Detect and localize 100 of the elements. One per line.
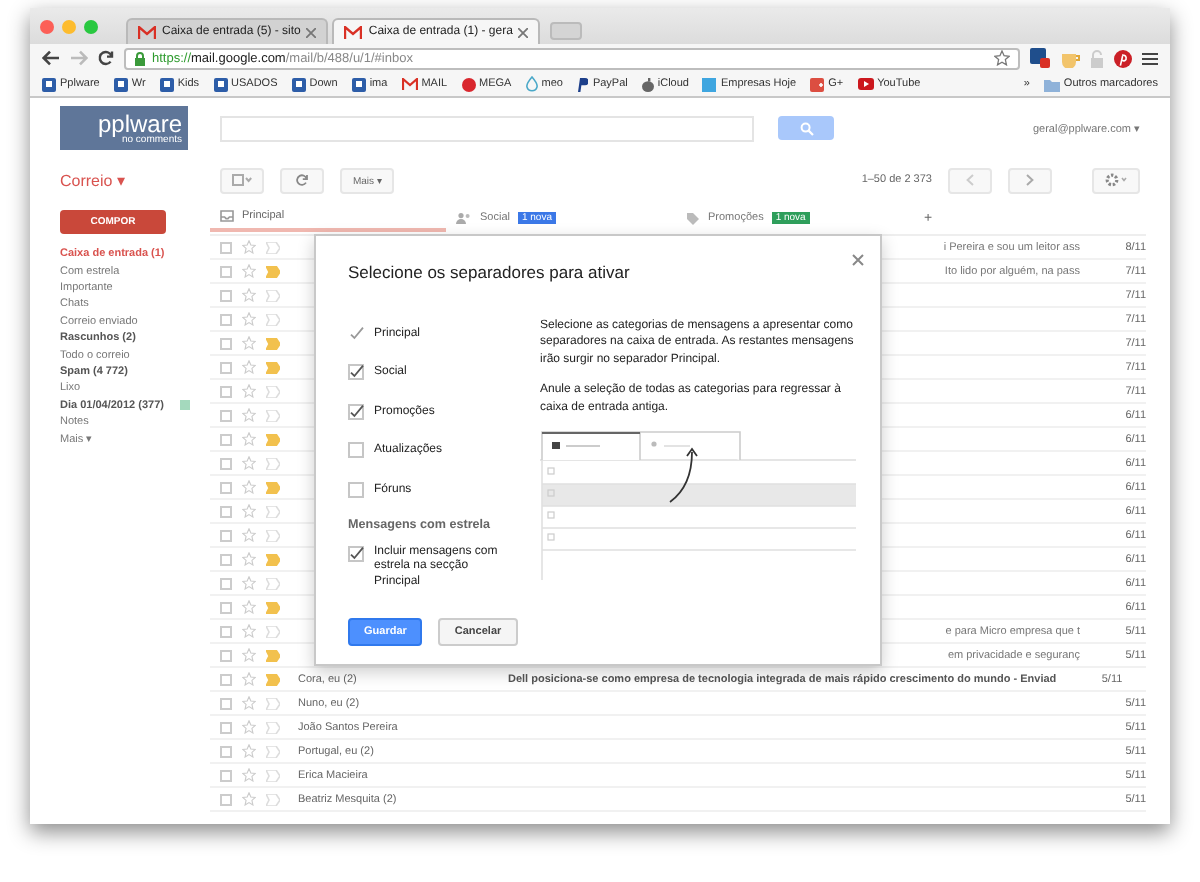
importance-marker-icon[interactable] <box>266 433 280 445</box>
importance-marker-icon[interactable] <box>266 745 280 757</box>
close-icon[interactable] <box>518 27 529 37</box>
checkbox-icon[interactable] <box>220 265 232 277</box>
star-icon[interactable] <box>242 336 256 350</box>
minimize-window-icon[interactable] <box>62 19 76 33</box>
zoom-window-icon[interactable] <box>84 19 98 33</box>
importance-marker-icon[interactable] <box>266 529 280 541</box>
importance-marker-icon[interactable] <box>266 481 280 493</box>
checkbox-icon[interactable] <box>220 529 232 541</box>
importance-marker-icon[interactable] <box>266 265 280 277</box>
star-icon[interactable] <box>242 504 256 518</box>
checkbox-icon[interactable] <box>220 385 232 397</box>
extension-icon[interactable] <box>1030 48 1050 68</box>
importance-marker-icon[interactable] <box>266 673 280 685</box>
apple-icon <box>641 77 654 91</box>
importance-marker-icon[interactable] <box>266 577 280 589</box>
star-icon[interactable] <box>242 792 256 806</box>
forward-icon[interactable] <box>70 50 88 66</box>
importance-marker-icon[interactable] <box>266 289 280 301</box>
settings-button[interactable] <box>1092 167 1140 193</box>
star-icon[interactable] <box>242 312 256 326</box>
next-page-button[interactable] <box>1008 167 1052 193</box>
importance-marker-icon[interactable] <box>266 649 280 661</box>
importance-marker-icon[interactable] <box>266 361 280 373</box>
close-icon[interactable] <box>852 254 864 266</box>
checkbox-icon[interactable] <box>220 721 232 733</box>
checkbox-icon[interactable] <box>220 577 232 589</box>
checkbox-icon[interactable] <box>220 625 232 637</box>
importance-marker-icon[interactable] <box>266 721 280 733</box>
checkbox-icon[interactable] <box>220 289 232 301</box>
star-icon[interactable] <box>242 360 256 374</box>
refresh-button[interactable] <box>280 167 325 193</box>
bookmark-star-icon[interactable] <box>994 50 1010 66</box>
checkbox-icon[interactable] <box>220 601 232 613</box>
select-button[interactable] <box>220 167 265 193</box>
checkbox-icon[interactable] <box>220 241 232 253</box>
checkbox-icon[interactable] <box>220 457 232 469</box>
checkbox-icon[interactable] <box>220 793 232 805</box>
importance-marker-icon[interactable] <box>266 241 280 253</box>
new-tab-button[interactable] <box>550 22 583 40</box>
search-field[interactable] <box>220 115 754 141</box>
checkbox[interactable] <box>348 403 364 420</box>
star-icon[interactable] <box>242 384 256 398</box>
checkbox-icon[interactable] <box>220 673 232 685</box>
checkbox[interactable] <box>348 545 364 561</box>
cup-icon[interactable] <box>1060 49 1080 67</box>
importance-marker-icon[interactable] <box>266 697 280 709</box>
checkbox-icon[interactable] <box>220 769 232 781</box>
pin-icon[interactable] <box>1114 49 1132 67</box>
checkbox-icon[interactable] <box>220 409 232 421</box>
star-icon[interactable] <box>242 240 256 254</box>
previous-page-button[interactable] <box>948 167 992 193</box>
star-icon[interactable] <box>242 480 256 494</box>
star-icon[interactable] <box>242 768 256 782</box>
reload-icon[interactable] <box>98 50 114 66</box>
star-icon[interactable] <box>242 600 256 614</box>
star-icon[interactable] <box>242 408 256 422</box>
star-icon[interactable] <box>242 288 256 302</box>
checkbox-icon[interactable] <box>220 337 232 349</box>
star-icon[interactable] <box>242 576 256 590</box>
importance-marker-icon[interactable] <box>266 337 280 349</box>
importance-marker-icon[interactable] <box>266 769 280 781</box>
checkbox-icon[interactable] <box>220 361 232 373</box>
star-icon[interactable] <box>242 552 256 566</box>
back-icon[interactable] <box>42 50 60 66</box>
importance-marker-icon[interactable] <box>266 409 280 421</box>
star-icon[interactable] <box>242 648 256 662</box>
importance-marker-icon[interactable] <box>266 553 280 565</box>
star-icon[interactable] <box>242 264 256 278</box>
checkbox-icon[interactable] <box>220 433 232 445</box>
star-icon[interactable] <box>242 432 256 446</box>
checkbox[interactable] <box>348 364 364 381</box>
checkbox-icon[interactable] <box>220 553 232 565</box>
app-menu[interactable]: Correio ▾ <box>60 171 125 189</box>
search-button[interactable] <box>778 116 834 140</box>
checkbox-icon[interactable] <box>220 505 232 517</box>
close-icon[interactable] <box>306 27 317 37</box>
importance-marker-icon[interactable] <box>266 313 280 325</box>
checkbox-icon[interactable] <box>220 649 232 661</box>
padlock-icon[interactable] <box>1090 49 1104 67</box>
checkbox-icon[interactable] <box>220 697 232 709</box>
close-window-icon[interactable] <box>40 19 54 33</box>
importance-marker-icon[interactable] <box>266 601 280 613</box>
importance-marker-icon[interactable] <box>266 457 280 469</box>
star-icon[interactable] <box>242 624 256 638</box>
importance-marker-icon[interactable] <box>266 385 280 397</box>
star-icon[interactable] <box>242 720 256 734</box>
menu-icon[interactable] <box>1142 51 1158 65</box>
checkbox-icon[interactable] <box>220 313 232 325</box>
importance-marker-icon[interactable] <box>266 505 280 517</box>
star-icon[interactable] <box>242 744 256 758</box>
checkbox-icon[interactable] <box>220 481 232 493</box>
importance-marker-icon[interactable] <box>266 793 280 805</box>
star-icon[interactable] <box>242 672 256 686</box>
star-icon[interactable] <box>242 696 256 710</box>
importance-marker-icon[interactable] <box>266 625 280 637</box>
checkbox-icon[interactable] <box>220 745 232 757</box>
star-icon[interactable] <box>242 528 256 542</box>
star-icon[interactable] <box>242 456 256 470</box>
